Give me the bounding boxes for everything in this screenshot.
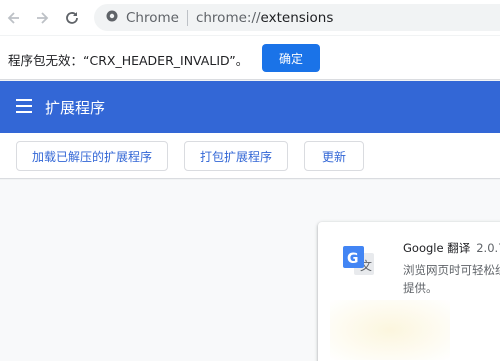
browser-toolbar: Chrome chrome:// extensions: [0, 0, 500, 35]
extension-name: Google 翻译: [403, 241, 471, 255]
error-infobar: 程序包无效：“CRX_HEADER_INVALID”。 确定: [0, 36, 500, 80]
infobar-message: 程序包无效：“CRX_HEADER_INVALID”。: [8, 53, 249, 68]
confirm-button[interactable]: 确定: [262, 44, 320, 72]
extensions-header: 扩展程序: [0, 81, 500, 133]
chrome-site-icon: [106, 10, 118, 26]
update-button[interactable]: 更新: [304, 141, 364, 171]
url-scheme: chrome://: [195, 9, 261, 26]
extensions-action-bar: 加载已解压的扩展程序 打包扩展程序 更新: [0, 133, 500, 179]
pack-extension-button[interactable]: 打包扩展程序: [184, 141, 288, 171]
card-glow: [330, 300, 450, 360]
reload-icon[interactable]: [62, 8, 82, 28]
svg-text:G: G: [347, 251, 359, 267]
site-chip-label: Chrome: [126, 9, 179, 26]
forward-arrow-icon[interactable]: [32, 8, 52, 28]
omnibox-divider: [186, 9, 188, 26]
load-unpacked-button[interactable]: 加载已解压的扩展程序: [16, 141, 168, 171]
extension-version: 2.0.7: [476, 241, 500, 255]
extension-description: 浏览网页时可轻松组提供。: [403, 263, 500, 295]
google-translate-icon: 文 G: [342, 244, 376, 278]
back-arrow-icon[interactable]: [4, 8, 24, 28]
page-title: 扩展程序: [45, 99, 106, 117]
extension-name-row: Google 翻译 2.0.7: [403, 240, 500, 256]
hamburger-menu-icon[interactable]: [16, 99, 32, 113]
url-host: extensions: [260, 9, 334, 26]
address-bar[interactable]: Chrome chrome:// extensions: [94, 4, 500, 31]
